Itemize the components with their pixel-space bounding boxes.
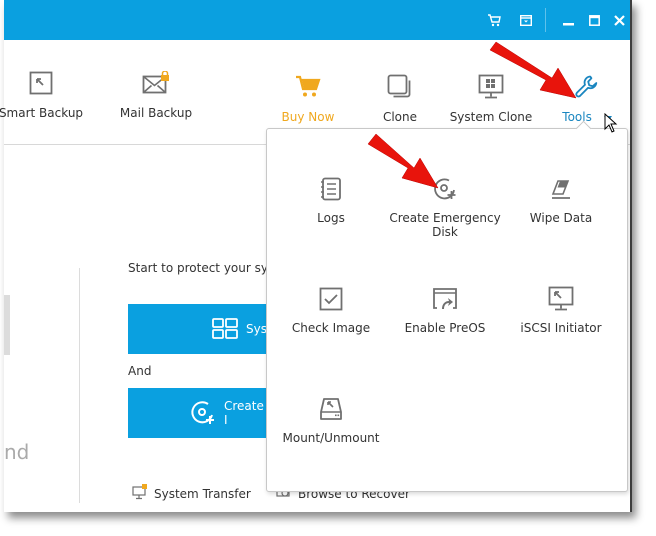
toolbar-label: Clone	[382, 110, 418, 124]
menu-item-label: Check Image	[291, 321, 371, 335]
cart-icon	[295, 75, 321, 102]
menu-item-label: Create Emergency Disk	[389, 211, 501, 239]
system-transfer-link[interactable]: System Transfer	[132, 484, 251, 503]
smart-backup-icon	[29, 71, 53, 98]
toolbar-smart-backup[interactable]: Smart Backup	[0, 70, 84, 120]
menu-item-label: Wipe Data	[529, 211, 593, 225]
and-text: And	[128, 364, 152, 378]
start-protect-text: Start to protect your sys	[128, 261, 275, 275]
menu-item-iscsi-initiator[interactable]: iSCSI Initiator	[501, 286, 621, 335]
menu-item-mount-unmount[interactable]: Mount/Unmount	[271, 397, 391, 445]
menu-item-wipe-data[interactable]: Wipe Data	[501, 177, 621, 225]
toolbar-label: Tools	[562, 110, 592, 124]
create-bootable-label: Create I	[224, 399, 264, 427]
toolbar-label: System Clone	[449, 110, 533, 124]
minimize-icon[interactable]	[560, 12, 576, 28]
annotation-arrow-tools	[489, 41, 577, 99]
column-divider	[79, 268, 80, 503]
system-backup-button[interactable]: Syst	[128, 304, 268, 354]
toolbar-mail-backup[interactable]: Mail Backup	[114, 69, 198, 120]
toolbar-label: Mail Backup	[119, 106, 193, 120]
mail-lock-icon	[142, 69, 170, 98]
system-backup-label: Syst	[246, 322, 268, 336]
tools-dropdown-menu: Logs Create Emergency Disk Wipe Data Che…	[266, 128, 628, 492]
title-bar	[4, 0, 630, 40]
logs-icon	[319, 177, 343, 204]
cart-icon[interactable]	[486, 12, 502, 28]
preos-icon	[432, 287, 458, 314]
menu-item-enable-preos[interactable]: Enable PreOS	[385, 287, 505, 335]
windows-icon	[212, 318, 238, 340]
menu-icon[interactable]	[518, 12, 534, 28]
mouse-cursor-icon	[604, 113, 618, 133]
eraser-icon	[549, 177, 573, 204]
create-bootable-button[interactable]: Create I	[128, 388, 268, 438]
disc-plus-icon	[190, 400, 216, 426]
iscsi-icon	[548, 286, 574, 315]
menu-item-label: iSCSI Initiator	[520, 321, 602, 335]
toolbar-label: Smart Backup	[0, 106, 84, 120]
titlebar-separator	[545, 8, 546, 32]
menu-item-label: Mount/Unmount	[282, 431, 380, 445]
menu-item-label: Enable PreOS	[404, 321, 486, 335]
menu-item-check-image[interactable]: Check Image	[271, 287, 391, 335]
system-transfer-label: System Transfer	[154, 486, 251, 501]
sidebar-selection-strip	[4, 295, 10, 355]
maximize-icon[interactable]	[586, 12, 602, 28]
menu-item-label: Logs	[317, 211, 345, 225]
toolbar-buy-now[interactable]: Buy Now	[272, 74, 344, 124]
clone-icon	[387, 74, 413, 103]
toolbar-clone[interactable]: Clone	[368, 74, 432, 124]
close-icon[interactable]	[611, 12, 627, 28]
toolbar-label: Buy Now	[281, 110, 335, 124]
system-transfer-icon	[132, 484, 148, 503]
drive-icon	[319, 397, 343, 424]
check-icon	[319, 287, 343, 314]
sidebar-partial-text: nd	[4, 440, 30, 464]
annotation-arrow-emergency-disk	[367, 133, 439, 189]
